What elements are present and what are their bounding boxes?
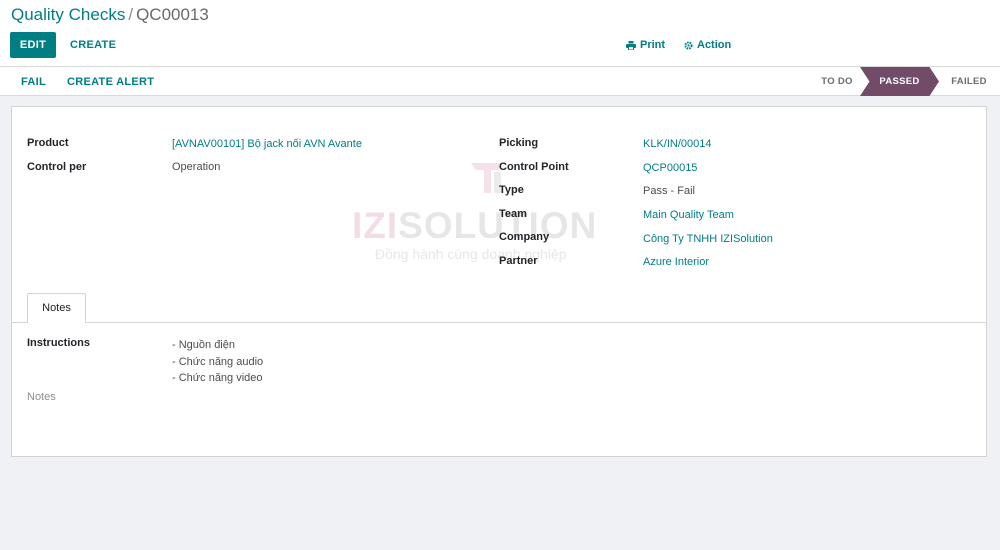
statusbar: FAIL CREATE ALERT TO DO PASSED FAILED <box>0 67 1000 96</box>
watermark-brand: IZISOLUTION <box>352 205 597 247</box>
control-point-label: Control Point <box>499 161 569 173</box>
watermark-brand-rest: SOLUTION <box>398 205 598 246</box>
notes-field[interactable]: Notes <box>27 391 56 403</box>
action-label: Action <box>697 39 732 51</box>
edit-button[interactable]: EDIT <box>10 32 56 58</box>
print-label: Print <box>640 39 666 51</box>
fail-button[interactable]: FAIL <box>21 67 46 96</box>
stage-todo[interactable]: TO DO <box>812 67 862 96</box>
control-per-field[interactable]: Operation <box>172 161 220 173</box>
stage-passed[interactable]: PASSED <box>860 67 939 96</box>
instruction-line: - Nguồn điện <box>172 339 235 351</box>
picking-label: Picking <box>499 137 539 149</box>
team-label: Team <box>499 208 527 220</box>
notebook-tabs: Notes <box>12 293 986 323</box>
control-panel: Quality Checks / QC00013 EDIT CREATE Print… <box>0 0 1000 67</box>
type-label: Type <box>499 184 524 196</box>
create-alert-button[interactable]: CREATE ALERT <box>67 67 154 96</box>
stage-failed[interactable]: FAILED <box>945 67 993 96</box>
team-field[interactable]: Main Quality Team <box>643 209 734 221</box>
product-label: Product <box>27 137 69 149</box>
instruction-line: - Chức năng video <box>172 372 263 384</box>
breadcrumb-current: QC00013 <box>136 5 209 24</box>
tab-notes[interactable]: Notes <box>27 293 86 323</box>
create-button[interactable]: CREATE <box>70 32 116 58</box>
type-field[interactable]: Pass - Fail <box>643 185 695 197</box>
breadcrumb-separator: / <box>128 5 134 24</box>
picking-field[interactable]: KLK/IN/00014 <box>643 138 712 150</box>
print-button[interactable]: Print <box>626 32 665 58</box>
printer-icon <box>626 40 636 50</box>
form-sheet: IZISOLUTION Đồng hành cùng doanh nghiệp … <box>11 106 987 457</box>
instruction-line: - Chức năng audio <box>172 355 264 368</box>
izisolution-watermark: IZISOLUTION Đồng hành cùng doanh nghiệp <box>352 155 632 270</box>
instructions-field[interactable]: - Nguồn điện - Chức năng audio - Chức nă… <box>172 337 263 387</box>
gear-icon <box>684 40 693 50</box>
product-field[interactable]: [AVNAV00101] Bộ jack nối AVN Avante <box>172 138 362 150</box>
action-button[interactable]: Action <box>684 32 731 58</box>
control-point-field[interactable]: QCP00015 <box>643 162 697 174</box>
breadcrumb-quality-checks-link[interactable]: Quality Checks <box>11 5 125 24</box>
partner-field[interactable]: Azure Interior <box>643 256 709 268</box>
partner-label: Partner <box>499 255 538 267</box>
breadcrumb: Quality Checks / QC00013 <box>11 5 209 25</box>
control-per-label: Control per <box>27 161 87 173</box>
company-field[interactable]: Công Ty TNHH IZISolution <box>643 233 773 245</box>
instructions-label: Instructions <box>27 337 90 349</box>
watermark-brand-accent: IZI <box>352 205 399 246</box>
company-label: Company <box>499 231 550 243</box>
